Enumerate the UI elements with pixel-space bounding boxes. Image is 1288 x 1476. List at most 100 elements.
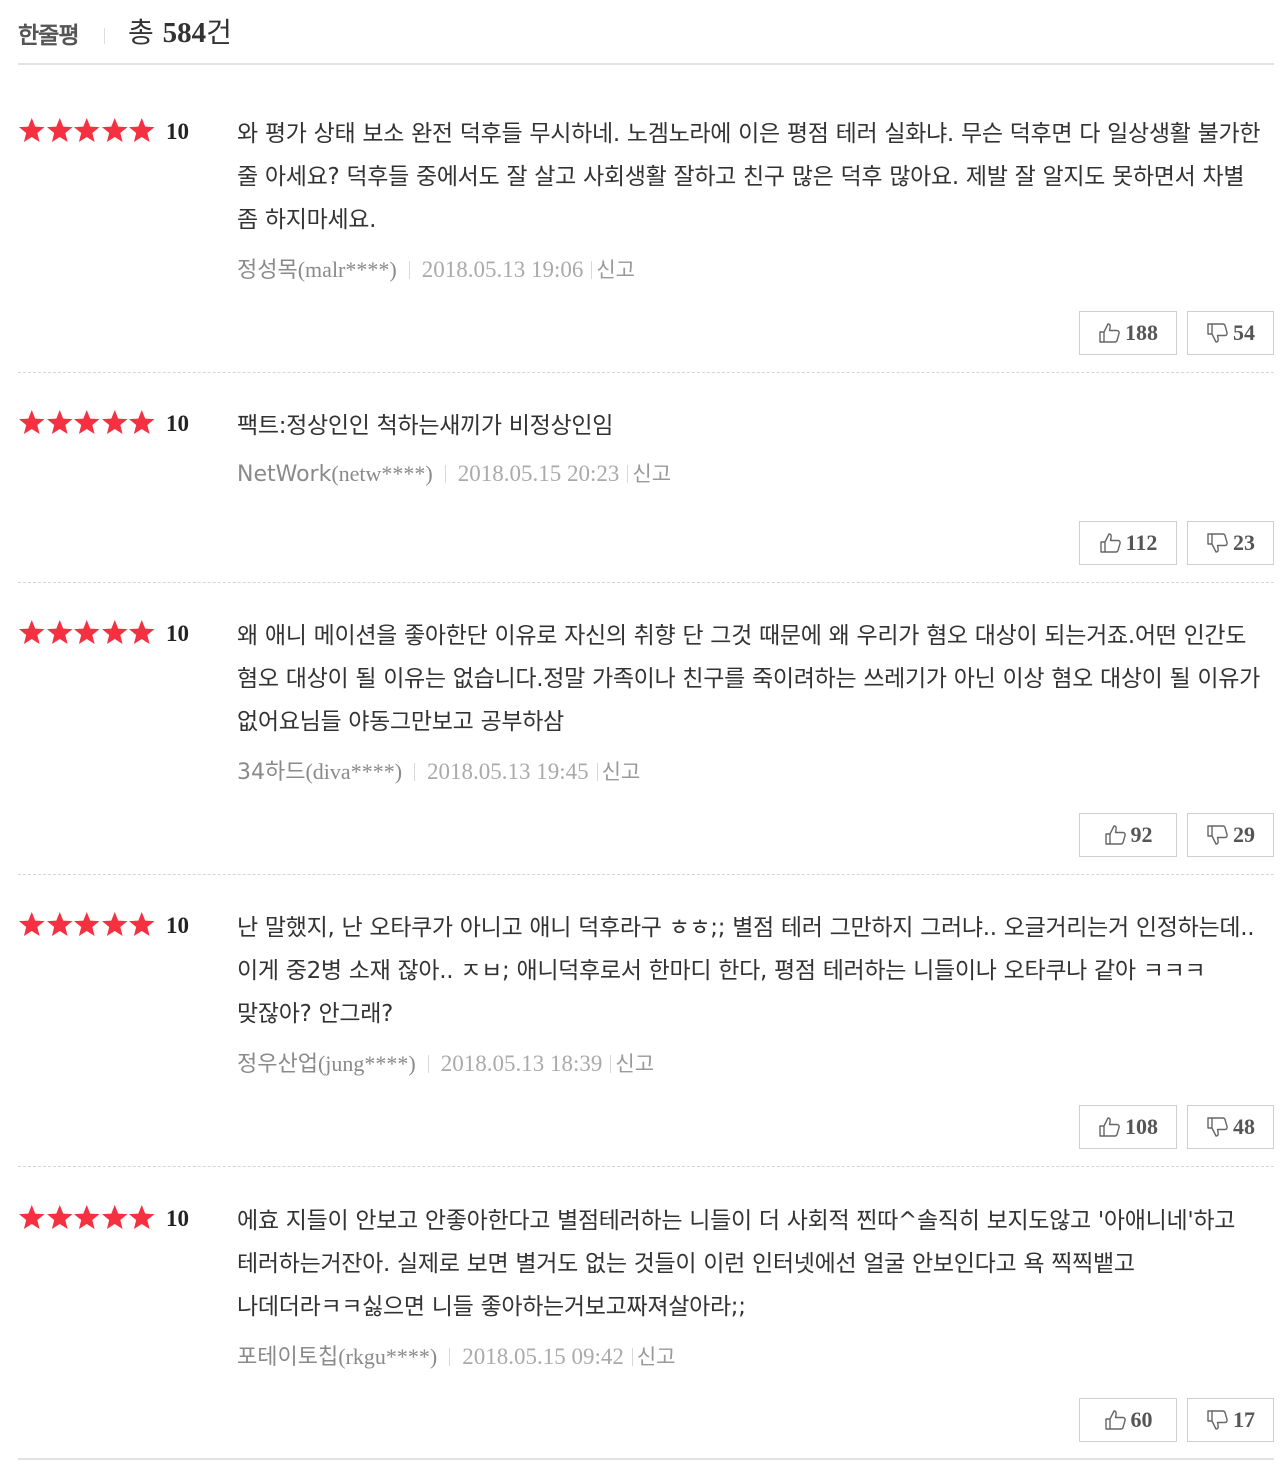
star-icon [19,1205,45,1229]
rating-stars [18,1204,156,1230]
like-count: 60 [1130,1407,1153,1432]
review-date: 2018.05.13 19:06 [421,257,584,282]
writer-id: (jung****) [317,1051,416,1076]
thumbs-down-icon [1207,1410,1228,1430]
rating-stars [18,117,156,143]
review-text: 에효 지들이 안보고 안좋아한다고 별점테러하는 니들이 더 사회적 찐따^솔직… [237,1208,1236,1320]
thumbs-down-icon [1207,825,1228,845]
dislike-button[interactable]: 54 [1187,311,1274,355]
review-meta: NetWork(netw****) 2018.05.15 20:23 신고 [237,458,671,488]
thumbs-up-icon [1104,825,1126,845]
review-text: 팩트:정상인인 척하는새끼가 비정상인임 [237,413,614,439]
writer[interactable]: 포테이토칩(rkgu****) [237,1344,438,1370]
review-text: 난 말했지, 난 오타쿠가 아니고 애니 덕후라구 ㅎㅎ;; 별점 테러 그만하… [237,915,1255,1027]
header-divider [104,28,105,44]
star-icon [19,410,45,434]
dislike-count: 54 [1233,320,1255,345]
meta-divider [449,1348,451,1366]
like-count: 108 [1125,1114,1158,1139]
star-icon [101,118,127,142]
star-icon [129,912,155,936]
star-icon [46,410,72,434]
section-title: 한줄평 [18,23,79,49]
dislike-button[interactable]: 29 [1187,813,1274,857]
review-meta: 정성목(malr****) 2018.05.13 19:06 신고 [237,252,635,284]
writer[interactable]: 정성목(malr****) [237,257,397,283]
star-icon [19,118,45,142]
meta-divider [631,1348,633,1366]
review-date: 2018.05.13 19:45 [427,759,589,784]
like-button[interactable]: 92 [1079,813,1177,857]
rating-score: 10 [166,621,189,646]
rating-stars [18,619,156,645]
star-icon [101,620,127,644]
review-date: 2018.05.13 18:39 [440,1051,603,1076]
dislike-count: 29 [1233,822,1255,847]
thumbs-up-icon [1099,1117,1120,1137]
star-icon [129,620,155,644]
dislike-count: 23 [1233,530,1255,555]
review-item: 10 난 말했지, 난 오타쿠가 아니고 애니 덕후라구 ㅎㅎ;; 별점 테러 그… [18,867,1274,1167]
rating-score: 10 [166,119,189,144]
star-icon [46,118,72,142]
like-button[interactable]: 108 [1079,1105,1177,1149]
meta-divider [444,465,446,483]
like-count: 92 [1130,822,1153,847]
review-date: 2018.05.15 20:23 [457,461,620,486]
dislike-button[interactable]: 48 [1187,1105,1274,1149]
meta-divider [408,261,410,279]
report-link[interactable]: 신고 [596,258,635,282]
review-date: 2018.05.15 09:42 [462,1344,624,1369]
star-icon [74,620,100,644]
writer-name: 34하드 [237,760,306,785]
star-icon [101,912,127,936]
report-link[interactable]: 신고 [632,462,671,486]
review-meta: 정우산업(jung****) 2018.05.13 18:39 신고 [237,1046,654,1078]
meta-divider [610,1055,612,1073]
writer-name: 정성목 [237,258,298,283]
meta-divider [627,465,629,483]
like-count: 112 [1125,530,1158,555]
thumbs-down-icon [1207,533,1228,553]
meta-divider [596,763,598,781]
report-link[interactable]: 신고 [602,760,641,784]
rating-stars [18,409,156,435]
star-icon [101,410,127,434]
star-icon [129,118,155,142]
writer-id: (rkgu****) [338,1344,438,1369]
star-icon [101,1205,127,1229]
thumbs-up-icon [1099,533,1121,553]
like-button[interactable]: 112 [1079,521,1177,565]
dislike-count: 17 [1233,1407,1255,1432]
writer[interactable]: 34하드(diva****) [237,759,403,785]
review-meta: 34하드(diva****) 2018.05.13 19:45 신고 [237,754,640,786]
report-link[interactable]: 신고 [637,1345,676,1369]
meta-divider [427,1055,429,1073]
dislike-button[interactable]: 23 [1187,521,1274,565]
star-icon [74,912,100,936]
star-icon [46,620,72,644]
review-meta: 포테이토칩(rkgu****) 2018.05.15 09:42 신고 [237,1339,675,1371]
report-link[interactable]: 신고 [615,1052,654,1076]
like-button[interactable]: 60 [1079,1398,1177,1442]
writer-id: (malr****) [297,257,397,282]
writer[interactable]: 정우산업(jung****) [237,1051,416,1077]
dislike-button[interactable]: 17 [1187,1398,1274,1442]
rating-score: 10 [166,411,189,436]
total-count-number: 584 [162,17,207,49]
thumbs-up-icon [1099,323,1120,343]
review-item: 10 왜 애니 메이션을 좋아한단 이유로 자신의 취향 단 그것 때문에 왜 우… [18,575,1274,875]
writer-id: (diva****) [305,759,403,784]
star-icon [129,1205,155,1229]
review-item: 10 에효 지들이 안보고 안좋아한다고 별점테러하는 니들이 더 사회적 찐따^… [18,1160,1274,1460]
star-icon [74,1205,100,1229]
review-text: 와 평가 상태 보소 완전 덕후들 무시하네. 노겜노라에 이은 평점 테러 실… [237,121,1261,233]
star-icon [46,1205,72,1229]
thumbs-up-icon [1104,1410,1126,1430]
thumbs-down-icon [1207,323,1228,343]
star-icon [19,912,45,936]
rating-score: 10 [166,913,189,938]
writer[interactable]: NetWork(netw****) [237,461,433,487]
writer-id: (netw****) [331,461,433,486]
like-button[interactable]: 188 [1079,311,1177,355]
